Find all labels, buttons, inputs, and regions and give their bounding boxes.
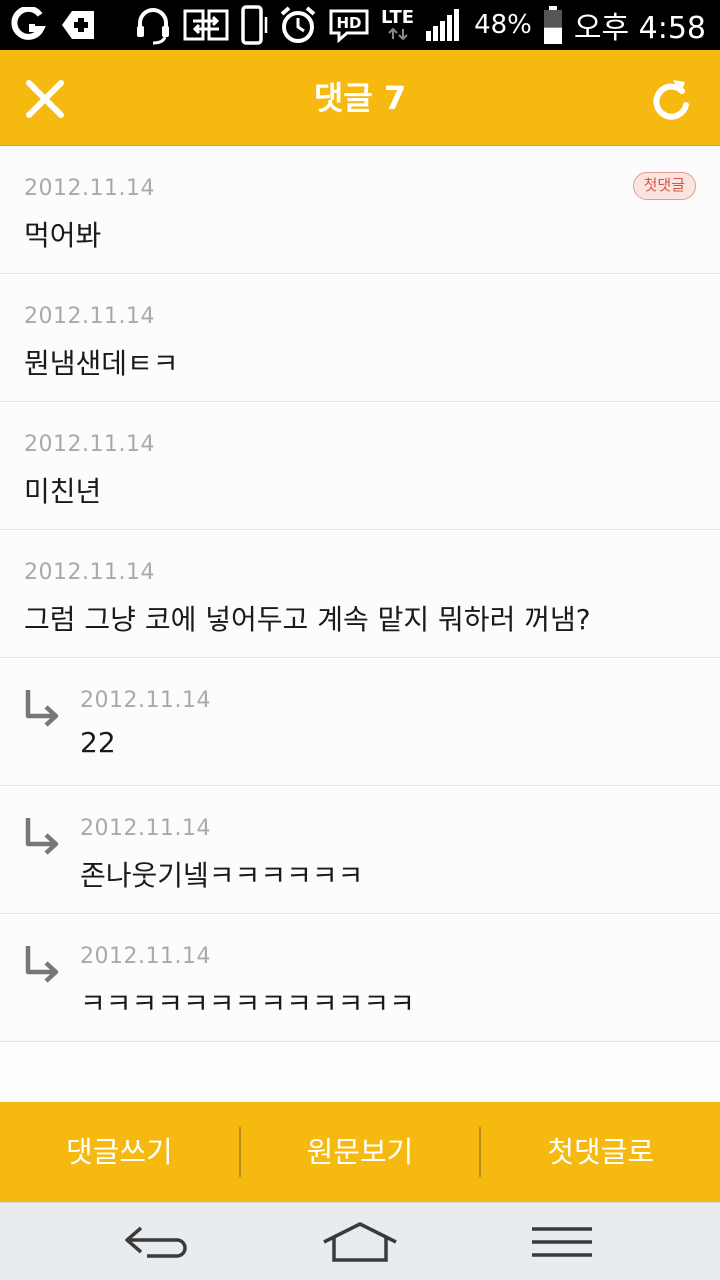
- comment-text: 그럼 그냥 코에 넣어두고 계속 맡지 뭐하러 꺼냄?: [24, 603, 591, 636]
- signal-icon: [426, 9, 460, 41]
- menu-button[interactable]: [522, 1217, 602, 1267]
- comment-date: 2012.11.14: [80, 688, 211, 713]
- comment-date: 2012.11.14: [80, 816, 211, 841]
- comment-list: 2012.11.14 먹어봐 첫댓글 2012.11.14 뭔냄샌데ㅌㅋ 2012.11.…: [0, 146, 720, 1042]
- navigation-bar: [0, 1202, 720, 1280]
- comment-text: ㅋㅋㅋㅋㅋㅋㅋㅋㅋㅋㅋㅋㅋ: [80, 987, 415, 1020]
- page-title: 댓글 7: [313, 79, 407, 117]
- comment-date: 2012.11.14: [24, 304, 155, 329]
- comment-date: 2012.11.14: [24, 176, 155, 201]
- toolbar-divider: [479, 1127, 482, 1177]
- lte-indicator: LTE: [381, 9, 414, 41]
- first-comment-badge: 첫댓글: [632, 172, 696, 200]
- back-button[interactable]: [118, 1217, 198, 1267]
- reply-comment-item[interactable]: 2012.11.14 22: [0, 658, 720, 786]
- app-o-icon: [11, 7, 46, 40]
- bottom-toolbar: 댓글쓰기 원문보기 첫댓글로: [0, 1102, 720, 1202]
- home-button[interactable]: [320, 1217, 400, 1267]
- medical-plus-icon: [62, 11, 94, 39]
- comment-item[interactable]: 2012.11.14 뭔냄샌데ㅌㅋ: [0, 274, 720, 402]
- status-bar: HD LTE 48% 오후 4:58: [0, 0, 720, 50]
- reply-comment-item[interactable]: 2012.11.14 ㅋㅋㅋㅋㅋㅋㅋㅋㅋㅋㅋㅋㅋ: [0, 914, 720, 1042]
- status-bar-left: [10, 4, 98, 46]
- close-icon: [26, 80, 64, 118]
- battery-icon: [543, 6, 562, 44]
- hd-voice-icon: HD: [329, 9, 369, 43]
- comment-date: 2012.11.14: [24, 432, 155, 457]
- lte-icon: [387, 27, 408, 41]
- back-icon: [125, 1226, 187, 1258]
- comment-item[interactable]: 2012.11.14 먹어봐 첫댓글: [0, 146, 720, 274]
- headset-icon: [137, 8, 170, 45]
- lte-label: LTE: [381, 7, 415, 28]
- header-bar: 댓글 7: [0, 50, 720, 146]
- refresh-button[interactable]: [642, 70, 700, 128]
- comment-text: 미친년: [24, 475, 102, 508]
- status-bar-right: HD LTE 48% 오후 4:58: [133, 4, 706, 46]
- view-original-button[interactable]: 원문보기: [241, 1102, 480, 1202]
- screen-share-icon: [183, 9, 229, 41]
- toolbar-divider: [238, 1127, 241, 1177]
- comment-text: 뭔냄샌데ㅌㅋ: [24, 347, 179, 380]
- alarm-icon: [280, 6, 316, 43]
- page-title-container: 댓글 7: [0, 50, 720, 146]
- comment-item[interactable]: 2012.11.14 그럼 그냥 코에 넣어두고 계속 맡지 뭐하러 꺼냄?: [0, 530, 720, 658]
- write-comment-button[interactable]: 댓글쓰기: [0, 1102, 239, 1202]
- home-icon: [323, 1222, 397, 1262]
- hd-label: HD: [337, 14, 362, 32]
- close-button[interactable]: [16, 70, 74, 128]
- comment-text: 22: [80, 726, 116, 759]
- menu-icon: [532, 1227, 592, 1257]
- comment-text: 먹어봐: [24, 219, 102, 252]
- reply-arrow-icon: [25, 690, 59, 727]
- comment-date: 2012.11.14: [24, 560, 155, 585]
- reply-arrow-icon: [25, 818, 59, 855]
- phone-vibrate-icon: [241, 5, 268, 45]
- status-time: 오후 4:58: [573, 11, 706, 46]
- reply-comment-item[interactable]: 2012.11.14 존나웃기넼ㅋㅋㅋㅋㅋㅋ: [0, 786, 720, 914]
- comment-item[interactable]: 2012.11.14 미친년: [0, 402, 720, 530]
- comment-text: 존나웃기넼ㅋㅋㅋㅋㅋㅋ: [80, 859, 364, 892]
- first-comment-button[interactable]: 첫댓글로: [481, 1102, 720, 1202]
- refresh-icon: [653, 80, 689, 120]
- comment-date: 2012.11.14: [80, 944, 211, 969]
- battery-percent: 48%: [474, 10, 532, 40]
- reply-arrow-icon: [25, 946, 59, 983]
